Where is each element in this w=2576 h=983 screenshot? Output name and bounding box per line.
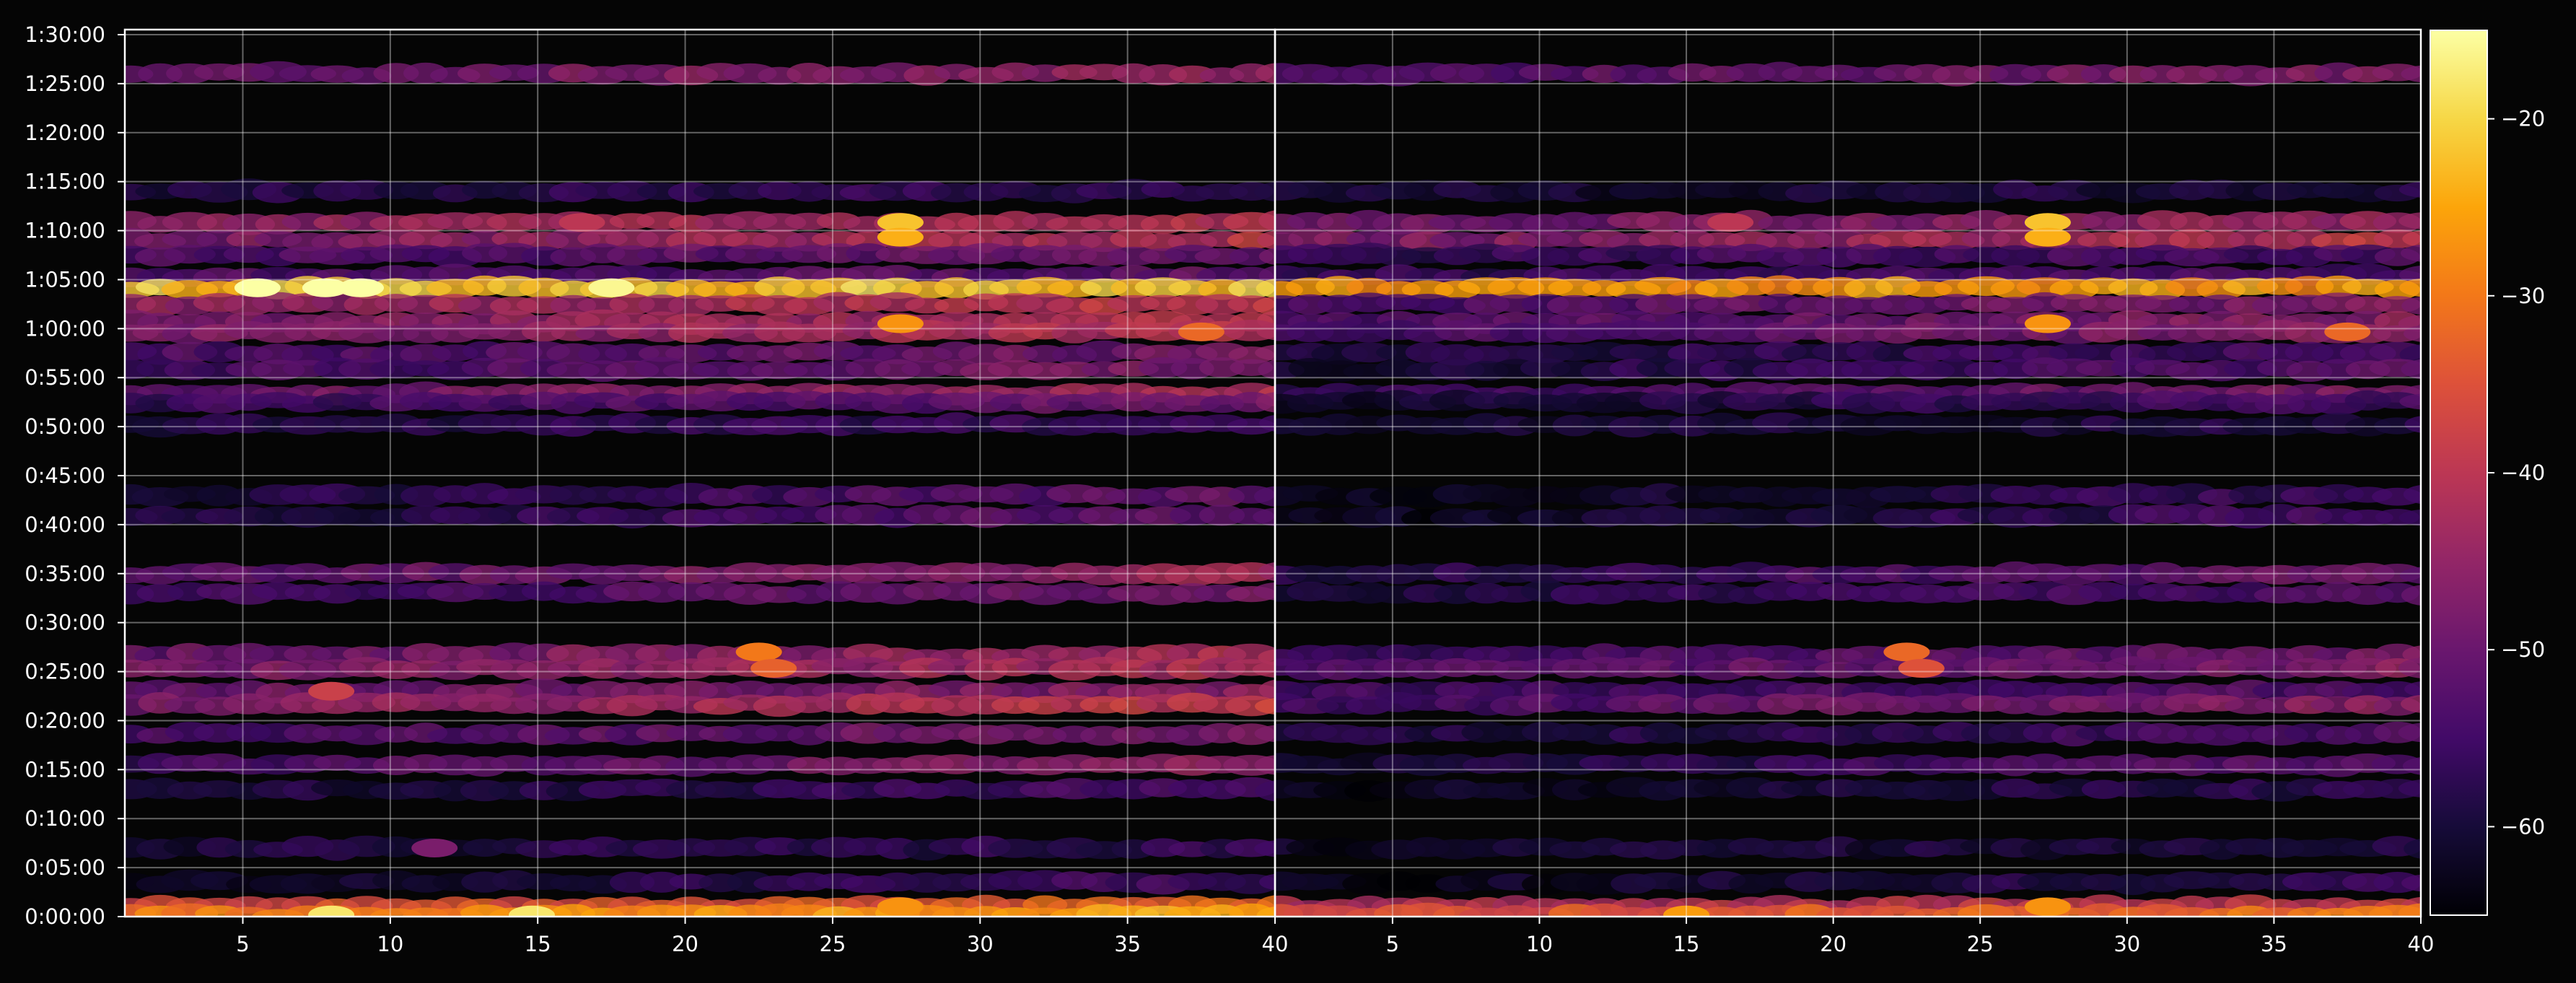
heatmap-hotspot bbox=[234, 278, 281, 297]
plot-area-right bbox=[1275, 30, 2421, 917]
y-tick-label: 0:50:00 bbox=[25, 414, 105, 439]
y-tick-label: 0:35:00 bbox=[25, 562, 105, 586]
y-tick-label: 1:05:00 bbox=[25, 267, 105, 292]
heatmap-hotspot bbox=[308, 905, 355, 917]
x-tick-label-left: 20 bbox=[672, 932, 698, 956]
colorbar: −20 −30 −40 −50 −60 bbox=[2430, 30, 2545, 916]
x-axis: 5 10 15 20 25 30 35 40 5 10 15 20 25 30 35 40 bbox=[236, 917, 2434, 956]
x-tick-label-right: 40 bbox=[2408, 932, 2435, 956]
x-tick-label-right: 5 bbox=[1386, 932, 1399, 956]
y-tick-label: 1:00:00 bbox=[25, 316, 105, 341]
colorbar-tick-label: −50 bbox=[2501, 637, 2545, 662]
x-tick-label-left: 15 bbox=[525, 932, 551, 956]
x-tick-label-right: 10 bbox=[1526, 932, 1553, 956]
heatmap-hotspot bbox=[509, 905, 555, 917]
spectrogram-chart: 0:00:00 0:05:00 0:10:00 0:15:00 0:20:00 0:25:… bbox=[25, 22, 2545, 956]
y-tick-label: 0:10:00 bbox=[25, 806, 105, 831]
colorbar-tick-label: −30 bbox=[2501, 284, 2545, 308]
y-tick-label: 0:30:00 bbox=[25, 611, 105, 635]
y-tick-label: 1:25:00 bbox=[25, 71, 105, 96]
heatmap-hotspot bbox=[750, 659, 797, 678]
colorbar-tick-label: −60 bbox=[2501, 814, 2545, 839]
x-tick-label-left: 5 bbox=[236, 932, 249, 956]
heatmap-hotspot bbox=[1707, 213, 1754, 232]
heatmap-hotspot bbox=[308, 681, 355, 701]
y-tick-label: 1:10:00 bbox=[25, 219, 105, 243]
colorbar-tick-label: −20 bbox=[2501, 107, 2545, 131]
x-tick-label-right: 35 bbox=[2261, 932, 2287, 956]
plot-area-left bbox=[125, 30, 1275, 917]
heatmap-hotspot bbox=[1898, 659, 1945, 678]
x-tick-label-right: 15 bbox=[1673, 932, 1700, 956]
heatmap-hotspot bbox=[338, 278, 384, 297]
y-tick-label: 1:20:00 bbox=[25, 121, 105, 145]
heatmap-hotspot bbox=[2024, 897, 2071, 917]
x-tick-label-left: 25 bbox=[819, 932, 846, 956]
heatmap-hotspot bbox=[1883, 642, 1930, 662]
heatmap-hotspot bbox=[735, 642, 782, 662]
y-tick-label: 0:25:00 bbox=[25, 660, 105, 684]
x-tick-label-right: 20 bbox=[1820, 932, 1846, 956]
heatmap-hotspot bbox=[558, 213, 605, 232]
y-axis: 0:00:00 0:05:00 0:10:00 0:15:00 0:20:00 0:25:… bbox=[25, 22, 125, 929]
y-tick-label: 0:20:00 bbox=[25, 708, 105, 733]
x-tick-label-right: 30 bbox=[2113, 932, 2140, 956]
heatmap-hotspot bbox=[877, 314, 924, 333]
colorbar-gradient bbox=[2430, 30, 2488, 916]
colorbar-tick-label: −40 bbox=[2501, 460, 2545, 485]
y-tick-label: 0:15:00 bbox=[25, 757, 105, 782]
y-tick-label: 0:40:00 bbox=[25, 512, 105, 537]
y-tick-label: 1:30:00 bbox=[25, 22, 105, 47]
heatmap-hotspot bbox=[1178, 322, 1225, 341]
x-tick-label-left: 30 bbox=[967, 932, 994, 956]
heatmap-hotspot bbox=[411, 839, 458, 857]
x-tick-label-left: 10 bbox=[377, 932, 403, 956]
x-tick-label-right: 25 bbox=[1967, 932, 1994, 956]
x-tick-label-left: 40 bbox=[1262, 932, 1289, 956]
y-tick-label: 0:55:00 bbox=[25, 365, 105, 390]
heatmap-hotspot bbox=[588, 278, 635, 297]
y-tick-label: 1:15:00 bbox=[25, 170, 105, 194]
heatmap-hotspot bbox=[2024, 314, 2071, 333]
y-tick-label: 0:45:00 bbox=[25, 463, 105, 488]
y-tick-label: 0:05:00 bbox=[25, 855, 105, 880]
colorbar-ticks: −20 −30 −40 −50 −60 bbox=[2487, 107, 2545, 839]
heatmap-hotspot bbox=[877, 897, 924, 917]
y-tick-label: 0:00:00 bbox=[25, 904, 105, 929]
x-tick-label-left: 35 bbox=[1114, 932, 1141, 956]
heatmap-hotspot bbox=[2324, 322, 2371, 341]
